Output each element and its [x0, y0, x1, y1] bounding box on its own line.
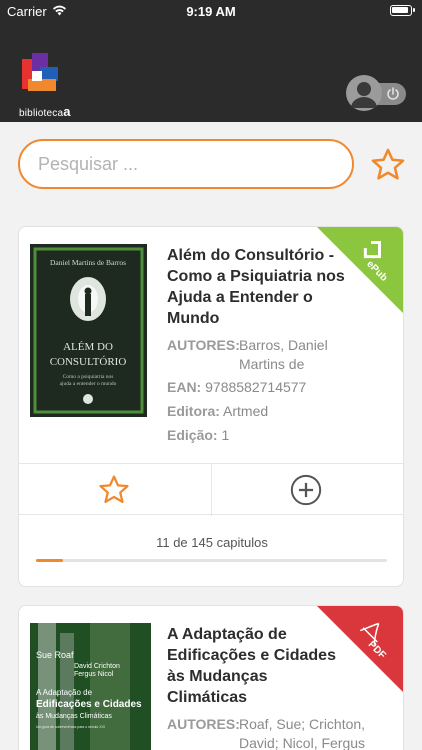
cover-title-line3: às Mudanças Climáticas [36, 713, 112, 720]
publisher-row: Editora: Artmed [167, 402, 268, 421]
cover-subtitle-line2: ajuda a entender o mundo [60, 381, 117, 387]
authors-value: Roaf, Sue; Crichton, David; Nicol, Fergu… [239, 716, 366, 750]
book-title[interactable]: A Adaptação de Edificações e Cidades às … [167, 624, 342, 708]
publisher-label: Editora: [167, 403, 220, 419]
favorites-star-icon[interactable] [369, 146, 407, 184]
cover-title-line2: Edificações e Cidades [36, 699, 142, 710]
cover-author-line1: Sue Roaf [36, 650, 74, 660]
reading-progress-fill [36, 559, 63, 562]
power-icon [387, 87, 399, 100]
search-box[interactable] [18, 139, 354, 189]
pdf-badge: PDF [317, 606, 403, 692]
cover-title-line2: CONSULTÓRIO [50, 356, 127, 368]
cover-author: Daniel Martins de Barros [50, 258, 126, 267]
add-circle-icon[interactable] [289, 473, 323, 507]
cover-subtitle: Um guia de sobrevivência para o século X… [36, 725, 105, 729]
book-cover[interactable]: Sue Roaf David Crichton Fergus Nicol A A… [30, 623, 151, 750]
authors-label: AUTORES: [167, 337, 240, 353]
book-cover[interactable]: Daniel Martins de Barros ALÉM DO CONSULT… [30, 244, 147, 417]
ean-label: EAN: [167, 379, 202, 395]
battery-icon [390, 5, 415, 16]
clock: 9:19 AM [186, 4, 236, 19]
publisher-value: Artmed [223, 403, 269, 419]
user-icon [351, 82, 377, 108]
divider [211, 464, 212, 516]
cover-title-line1: ALÉM DO [63, 341, 113, 353]
app-header: bibliotecaa [0, 22, 422, 122]
search-input[interactable] [38, 154, 338, 175]
reading-progress-bar [36, 559, 387, 562]
edition-label: Edição: [167, 427, 218, 443]
favorite-star-icon[interactable] [97, 473, 131, 507]
logo-wordmark: bibliotecaa [19, 104, 71, 119]
epub-badge: ePub [317, 227, 403, 313]
authors-value: Barros, Daniel Martins de [239, 337, 328, 372]
biblioteca-logo-icon [22, 53, 58, 91]
ean-value: 9788582714577 [205, 379, 307, 395]
cover-subtitle-line1: Como a psiquiatria nos [63, 374, 114, 380]
edition-value: 1 [221, 427, 230, 443]
user-account-button[interactable] [346, 75, 406, 111]
book-card[interactable]: Sue Roaf David Crichton Fergus Nicol A A… [18, 605, 404, 750]
book-card[interactable]: Daniel Martins de Barros ALÉM DO CONSULT… [18, 226, 404, 587]
cover-title-line1: A Adaptação de [36, 688, 93, 697]
cover-author-line2: David Crichton [74, 663, 120, 670]
edition-row: Edição: 1 [167, 426, 229, 445]
cover-author-line3: Fergus Nicol [74, 671, 114, 678]
authors-row: AUTORES: [167, 715, 240, 734]
ean-row: EAN: 9788582714577 [167, 378, 306, 397]
reading-progress-text: 11 de 145 capitulos [156, 535, 268, 550]
avatar[interactable] [346, 75, 382, 111]
card-actions [19, 463, 403, 516]
authors-row: AUTORES: [167, 336, 240, 355]
status-bar: Carrier 9:19 AM [0, 0, 422, 22]
authors-label: AUTORES: [167, 716, 240, 732]
